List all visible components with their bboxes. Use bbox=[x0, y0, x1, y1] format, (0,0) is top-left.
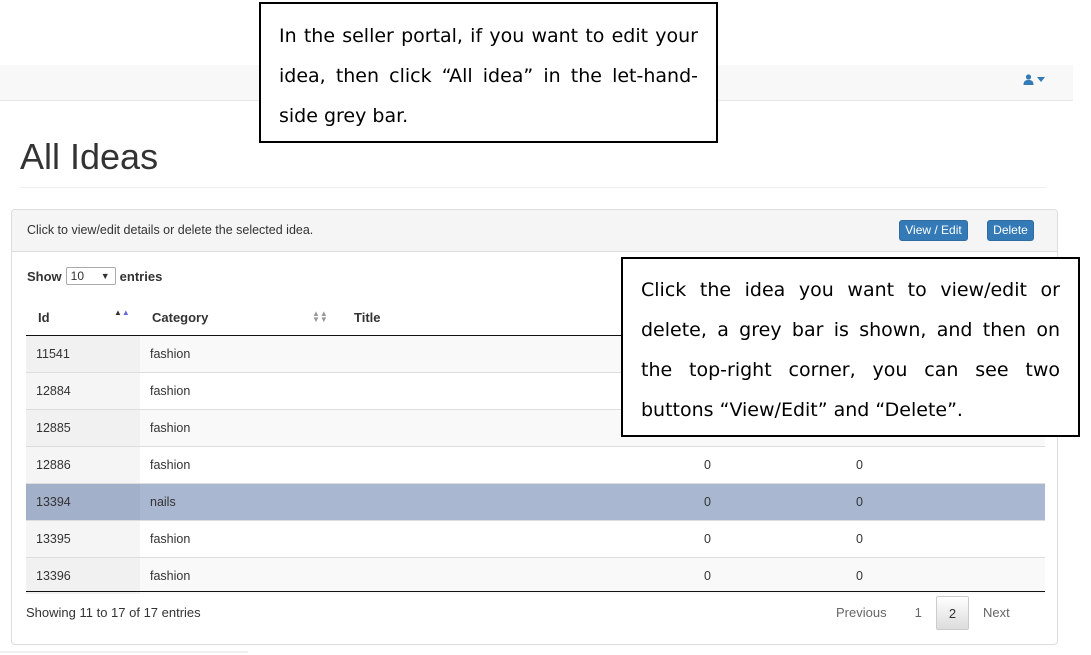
id-cell: 12884 bbox=[26, 372, 140, 410]
id-cell: 11541 bbox=[26, 335, 140, 373]
id-cell: 13396 bbox=[26, 557, 140, 594]
page-button-2[interactable]: 2 bbox=[935, 596, 970, 630]
table-info: Showing 11 to 17 of 17 entries bbox=[26, 605, 201, 620]
title-cell bbox=[342, 446, 664, 484]
category-cell: fashion bbox=[140, 335, 342, 373]
title-cell bbox=[342, 483, 664, 521]
table-row[interactable]: 12886 fashion 0 0 bbox=[26, 446, 1045, 484]
show-label: Show bbox=[27, 268, 62, 284]
page-title: All Ideas bbox=[20, 136, 159, 177]
column-header-category[interactable]: Category ▲▲ ▼▼ bbox=[140, 300, 342, 336]
sort-both-icon: ▲▲ ▼▼ bbox=[312, 309, 328, 324]
panel-heading: Click to view/edit details or delete the… bbox=[12, 210, 1057, 252]
delete-button[interactable]: Delete bbox=[987, 220, 1034, 241]
title-cell bbox=[342, 409, 664, 447]
id-cell: 13395 bbox=[26, 520, 140, 558]
value-cell: 0 bbox=[664, 483, 817, 521]
user-icon bbox=[1023, 74, 1034, 85]
panel-hint: Click to view/edit details or delete the… bbox=[27, 223, 314, 237]
id-cell: 13394 bbox=[26, 483, 140, 521]
length-control: Show 10 ▼ entries bbox=[27, 267, 162, 285]
category-cell: nails bbox=[140, 483, 342, 521]
value-cell: 0 bbox=[817, 520, 1045, 558]
title-cell bbox=[342, 520, 664, 558]
table-row[interactable]: 13395 fashion 0 0 bbox=[26, 520, 1045, 558]
user-menu[interactable] bbox=[1023, 74, 1045, 85]
select-caret-icon: ▼ bbox=[100, 271, 110, 281]
category-cell: fashion bbox=[140, 557, 342, 594]
id-cell: 12885 bbox=[26, 409, 140, 447]
page-button-1[interactable]: 1 bbox=[901, 596, 936, 630]
view-edit-button[interactable]: View / Edit bbox=[899, 220, 968, 241]
category-cell: fashion bbox=[140, 446, 342, 484]
value-cell: 0 bbox=[817, 557, 1045, 594]
title-cell bbox=[342, 372, 664, 410]
sort-asc-icon: ▲▲ bbox=[114, 308, 130, 317]
previous-page-button[interactable]: Previous bbox=[822, 596, 901, 630]
column-header-title[interactable]: Title bbox=[342, 300, 664, 336]
value-cell: 0 bbox=[817, 446, 1045, 484]
value-cell: 0 bbox=[664, 557, 817, 594]
table-bottom-border bbox=[26, 591, 1045, 592]
value-cell: 0 bbox=[664, 520, 817, 558]
entries-select-value: 10 bbox=[70, 269, 85, 283]
caret-down-icon bbox=[1037, 77, 1045, 82]
entries-label: entries bbox=[119, 268, 163, 284]
instruction-callout-right: Click the idea you want to view/edit or … bbox=[621, 257, 1080, 437]
bottom-divider bbox=[0, 651, 248, 653]
category-cell: fashion bbox=[140, 409, 342, 447]
table-row[interactable]: 13394 nails 0 0 bbox=[26, 483, 1045, 521]
category-cell: fashion bbox=[140, 520, 342, 558]
value-cell: 0 bbox=[664, 446, 817, 484]
table-row[interactable]: 13396 fashion 0 0 bbox=[26, 557, 1045, 594]
id-cell: 12886 bbox=[26, 446, 140, 484]
column-header-id[interactable]: Id ▲▲ bbox=[26, 300, 140, 336]
title-cell bbox=[342, 335, 664, 373]
next-page-button[interactable]: Next bbox=[969, 596, 1024, 630]
title-divider bbox=[20, 187, 1046, 188]
title-cell bbox=[342, 557, 664, 594]
instruction-callout-top: In the seller portal, if you want to edi… bbox=[259, 2, 718, 143]
entries-select[interactable]: 10 ▼ bbox=[65, 267, 116, 285]
category-cell: fashion bbox=[140, 372, 342, 410]
pagination: Previous 1 2 Next bbox=[822, 596, 1024, 630]
value-cell: 0 bbox=[817, 483, 1045, 521]
